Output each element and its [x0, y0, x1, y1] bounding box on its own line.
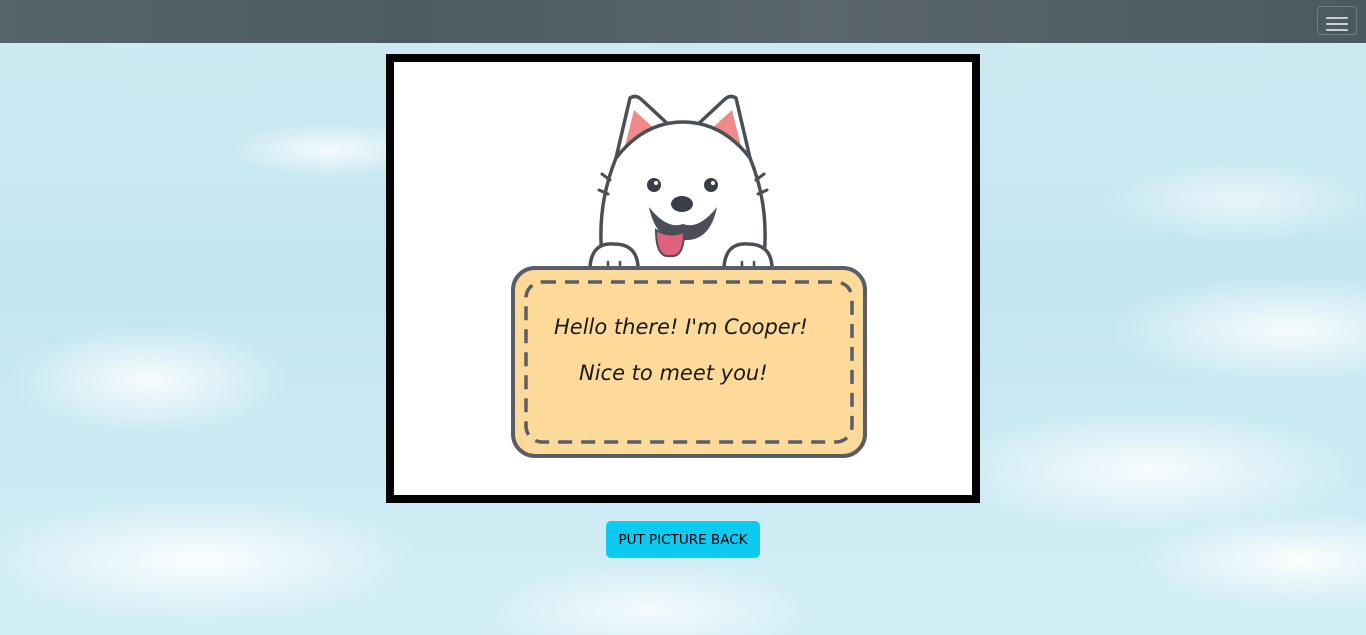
navbar-toggler-button[interactable] [1317, 6, 1357, 35]
hamburger-menu-icon [1326, 16, 1348, 31]
dog-illustration [588, 94, 774, 278]
picture-frame: Hello there! I'm Cooper! Nice to meet yo… [386, 54, 980, 503]
cooper-picture: Hello there! I'm Cooper! Nice to meet yo… [394, 62, 972, 495]
put-picture-back-button[interactable]: PUT PICTURE BACK [606, 521, 760, 558]
top-navbar [0, 0, 1366, 43]
sign-text-line-2: Nice to meet you! [579, 361, 768, 385]
sign-text-line-1: Hello there! I'm Cooper! [554, 315, 808, 339]
sign-board: Hello there! I'm Cooper! Nice to meet yo… [511, 266, 867, 458]
